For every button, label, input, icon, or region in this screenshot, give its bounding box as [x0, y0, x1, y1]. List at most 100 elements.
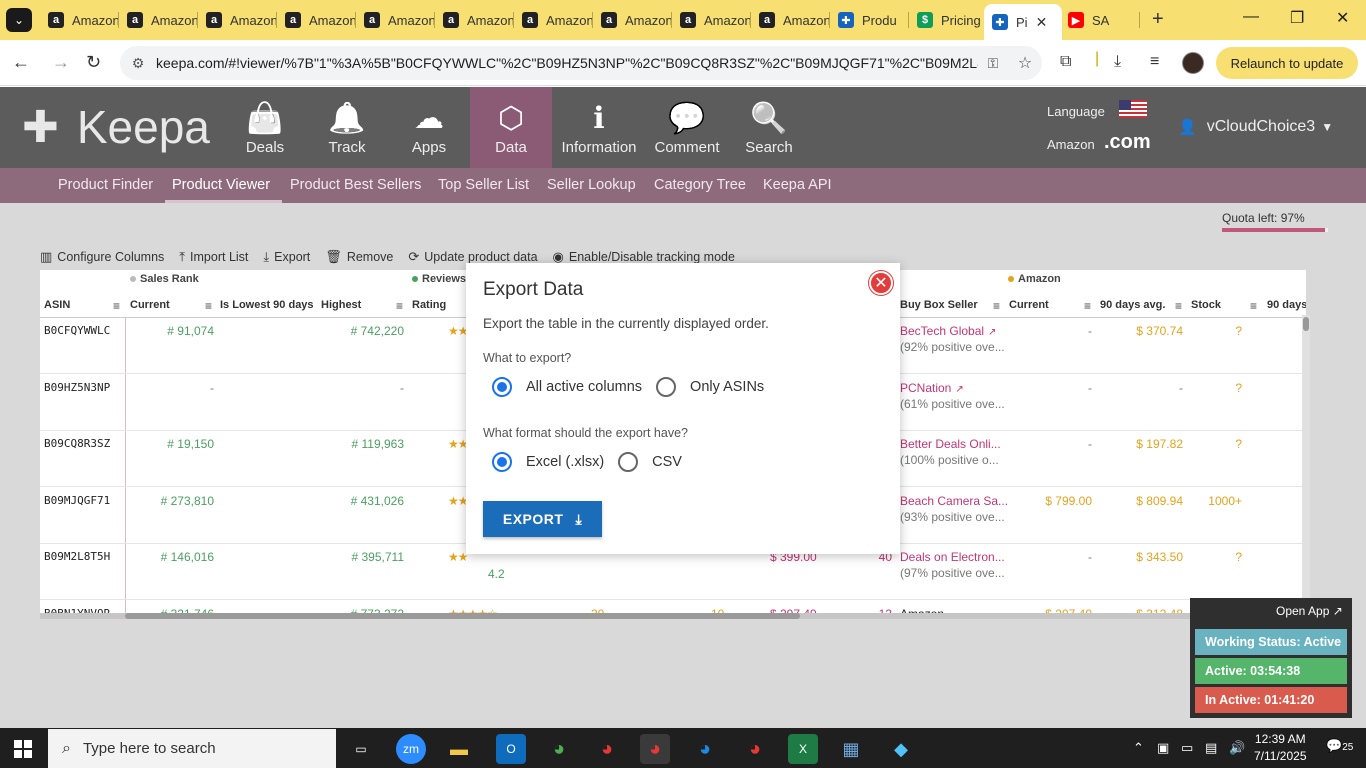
- header-rating[interactable]: Rating: [412, 293, 472, 317]
- volume-icon[interactable]: 🔊: [1229, 740, 1245, 756]
- browser-tab[interactable]: ▶ SA: [1060, 6, 1140, 34]
- user-menu[interactable]: 👤 vCloudChoice3 ▼: [1178, 118, 1333, 136]
- column-menu-icon[interactable]: ≡: [205, 299, 212, 313]
- radio-all-active-columns[interactable]: [492, 377, 512, 397]
- nav-data[interactable]: ⬡ Data: [470, 87, 552, 168]
- zoom-app-icon[interactable]: zm: [396, 734, 426, 764]
- buy-box-seller-link[interactable]: Better Deals Onli...: [900, 437, 1001, 451]
- nav-deals[interactable]: 👜 Deals: [224, 87, 306, 168]
- browser-tab[interactable]: a Amazon: [593, 6, 672, 34]
- forward-button[interactable]: →: [52, 52, 70, 73]
- subnav-top-seller-list[interactable]: Top Seller List: [438, 177, 529, 193]
- us-flag-icon[interactable]: [1119, 100, 1147, 118]
- browser-tab[interactable]: a Amazon: [751, 6, 830, 34]
- remove-button[interactable]: 🗑 Remove: [325, 249, 393, 265]
- radio-excel[interactable]: [492, 452, 512, 472]
- browser-tab[interactable]: a Amazon: [119, 6, 198, 34]
- address-bar[interactable]: ⚙ keepa.com/#!viewer/%7B"1"%3A%5B"B0CFQY…: [120, 46, 1042, 80]
- subnav-product-best-sellers[interactable]: Product Best Sellers: [290, 177, 421, 193]
- media-controls-icon[interactable]: ≡: [1150, 53, 1159, 71]
- browser-tab[interactable]: a Amazon: [435, 6, 514, 34]
- chrome-icon[interactable]: ◕: [740, 734, 770, 764]
- chrome-icon[interactable]: ◕: [640, 734, 670, 764]
- close-tab-icon[interactable]: ✕: [1036, 14, 1048, 31]
- back-button[interactable]: ←: [12, 52, 30, 73]
- buy-box-seller-link[interactable]: PCNation ↗: [900, 381, 964, 395]
- browser-tab[interactable]: $ Pricing: [909, 6, 988, 34]
- browser-tab[interactable]: a Amazon: [198, 6, 277, 34]
- close-window-button[interactable]: ✕: [1336, 8, 1349, 28]
- password-key-icon[interactable]: ⚿: [978, 55, 1008, 72]
- task-view-icon[interactable]: ▭: [346, 734, 376, 764]
- buy-box-seller-link[interactable]: Deals on Electron...: [900, 550, 1005, 564]
- windows-start-icon[interactable]: [14, 740, 32, 758]
- header-current[interactable]: Current ≡: [130, 293, 216, 317]
- header-amazon-90[interactable]: 90 days: [1267, 293, 1306, 317]
- nav-search[interactable]: 🔍 Search: [728, 87, 810, 168]
- subnav-product-finder[interactable]: Product Finder: [58, 177, 153, 193]
- excel-icon[interactable]: X: [788, 734, 818, 764]
- radio-all-active-columns-label[interactable]: All active columns: [526, 379, 642, 395]
- site-info-icon[interactable]: ⚙: [120, 55, 156, 72]
- network-icon[interactable]: ▤: [1205, 740, 1217, 756]
- subnav-keepa-api[interactable]: Keepa API: [763, 177, 832, 193]
- notification-center-icon[interactable]: 💬25: [1326, 738, 1353, 754]
- reload-button[interactable]: ↻: [86, 52, 101, 73]
- import-list-button[interactable]: ⤒ Import List: [179, 249, 248, 265]
- tray-device-icon[interactable]: ▣: [1157, 740, 1169, 756]
- radio-excel-label[interactable]: Excel (.xlsx): [526, 454, 604, 470]
- column-menu-icon[interactable]: ≡: [1175, 299, 1182, 313]
- relaunch-button[interactable]: Relaunch to update: [1216, 47, 1358, 79]
- header-amazon-avg[interactable]: 90 days avg. ≡: [1100, 293, 1186, 317]
- nav-track[interactable]: 🔔 Track: [306, 87, 388, 168]
- downloads-icon[interactable]: ⤓: [1114, 53, 1121, 71]
- column-menu-icon[interactable]: ≡: [1084, 299, 1091, 313]
- subnav-seller-lookup[interactable]: Seller Lookup: [547, 177, 636, 193]
- header-lowest90[interactable]: Is Lowest 90 days: [220, 293, 316, 317]
- header-highest[interactable]: Highest ≡: [321, 293, 407, 317]
- file-explorer-icon[interactable]: ▬: [444, 734, 474, 764]
- browser-tab[interactable]: a Amazon: [277, 6, 356, 34]
- radio-csv[interactable]: [618, 452, 639, 472]
- new-tab-button[interactable]: +: [1152, 8, 1164, 31]
- amazon-domain-select[interactable]: .com: [1104, 131, 1151, 154]
- bookmark-star-icon[interactable]: ☆: [1008, 53, 1042, 73]
- header-stock[interactable]: Stock ≡: [1191, 293, 1261, 317]
- calculator-icon[interactable]: ▦: [836, 734, 866, 764]
- radio-only-asins[interactable]: [656, 377, 677, 397]
- header-amazon-current[interactable]: Current ≡: [1009, 293, 1095, 317]
- buy-box-seller-link[interactable]: BecTech Global ↗: [900, 324, 996, 338]
- maximize-button[interactable]: ❐: [1290, 8, 1304, 28]
- nav-apps[interactable]: ☁ Apps: [388, 87, 470, 168]
- column-menu-icon[interactable]: ≡: [113, 299, 120, 313]
- browser-tab[interactable]: a Amazon: [356, 6, 435, 34]
- outlook-icon[interactable]: O: [496, 734, 526, 764]
- tab-search-button[interactable]: ⌄: [6, 8, 32, 32]
- external-link-icon[interactable]: ↗: [955, 384, 963, 395]
- configure-columns-button[interactable]: ▥ Configure Columns: [40, 249, 164, 265]
- open-app-link[interactable]: Open App ↗: [1276, 604, 1343, 618]
- header-asin[interactable]: ASIN ≡: [44, 293, 124, 317]
- export-button[interactable]: ⤓ Export: [263, 249, 310, 265]
- chrome-icon[interactable]: ◕: [592, 734, 622, 764]
- export-submit-button[interactable]: EXPORT ⤓: [483, 501, 602, 537]
- battery-icon[interactable]: ▭: [1181, 740, 1193, 756]
- minimize-button[interactable]: —: [1243, 8, 1259, 26]
- column-menu-icon[interactable]: ≡: [993, 299, 1000, 313]
- nav-information[interactable]: ℹ Information: [558, 87, 640, 168]
- chrome-icon[interactable]: ◕: [690, 734, 720, 764]
- browser-tab[interactable]: a Amazon: [672, 6, 751, 34]
- tray-chevron-icon[interactable]: ⌃: [1133, 740, 1144, 756]
- taskbar-clock[interactable]: 12:39 AM 7/11/2025: [1254, 731, 1307, 765]
- subnav-product-viewer[interactable]: Product Viewer: [172, 177, 270, 193]
- buy-box-seller-link[interactable]: Beach Camera Sa...: [900, 494, 1008, 508]
- browser-tab[interactable]: ✚ Pi ✕: [984, 4, 1062, 40]
- nav-comment[interactable]: 💬 Comment: [646, 87, 728, 168]
- app-diamond-icon[interactable]: ◆: [886, 734, 916, 764]
- browser-tab[interactable]: a Amazon: [40, 6, 119, 34]
- header-buybox[interactable]: Buy Box Seller ≡: [900, 293, 1004, 317]
- external-link-icon[interactable]: ↗: [988, 327, 996, 338]
- browser-tab[interactable]: a Amazon: [514, 6, 593, 34]
- chrome-icon[interactable]: ◕: [544, 734, 574, 764]
- profile-avatar[interactable]: [1182, 52, 1204, 74]
